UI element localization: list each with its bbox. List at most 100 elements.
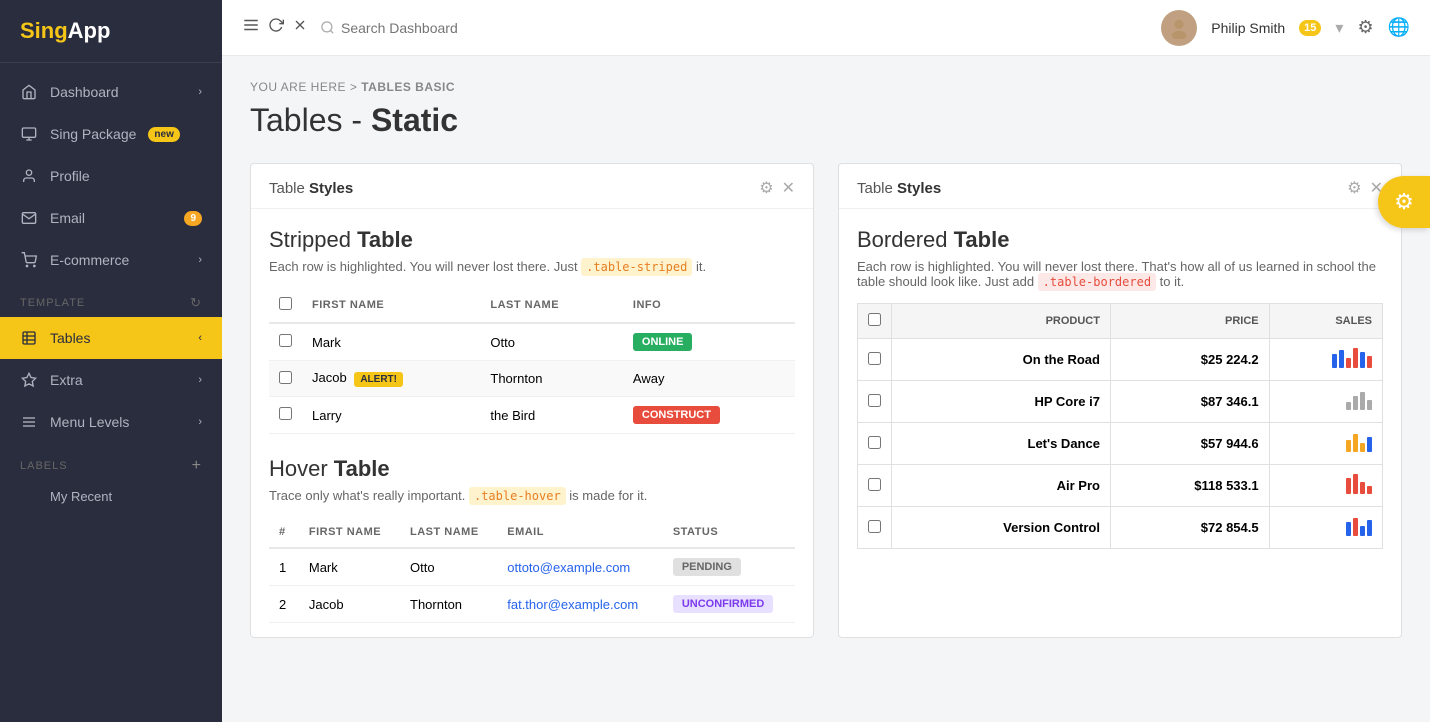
sidebar: SingApp Dashboard › Sing Package new xyxy=(0,0,222,722)
row-checkbox[interactable] xyxy=(279,334,292,347)
user-name: Philip Smith xyxy=(1211,20,1285,36)
hamburger-icon[interactable] xyxy=(242,16,260,39)
breadcrumb: YOU ARE HERE > Tables Basic xyxy=(250,80,1402,94)
sidebar-item-extra[interactable]: Extra › xyxy=(0,359,222,401)
globe-icon[interactable]: 🌐 xyxy=(1388,17,1410,38)
refresh-icon[interactable] xyxy=(268,17,284,38)
cell-price: $87 346.1 xyxy=(1110,381,1269,423)
status-badge: Unconfirmed xyxy=(673,595,774,613)
right-card: Table Styles ⚙ ✕ Bordered Table Each row… xyxy=(838,163,1402,638)
topbar-right: Philip Smith 15 ▾ ⚙ 🌐 xyxy=(1161,10,1410,46)
code-tag-bordered: .table-bordered xyxy=(1038,273,1156,291)
table-icon xyxy=(20,329,38,347)
card-gear-icon[interactable]: ⚙ xyxy=(759,178,773,198)
sidebar-item-my-recent[interactable]: My Recent xyxy=(0,481,222,512)
cell-sales xyxy=(1269,423,1382,465)
shop-icon xyxy=(20,251,38,269)
table-row: Version Control$72 854.5 xyxy=(858,507,1383,549)
col-lastname: LAST NAME xyxy=(480,288,623,323)
sidebar-label-tables: Tables xyxy=(50,330,90,346)
email-link[interactable]: ottoto@example.com xyxy=(507,560,630,575)
cell-firstname: Jacob ALERT! xyxy=(302,361,480,397)
left-card: Table Styles ⚙ ✕ Stripped Table Each row… xyxy=(250,163,814,638)
cell-price: $72 854.5 xyxy=(1110,507,1269,549)
select-all-checkbox[interactable] xyxy=(279,297,292,310)
cell-sales xyxy=(1269,381,1382,423)
mini-bar-chart xyxy=(1332,348,1372,368)
hover-table-desc: Trace only what's really important. .tab… xyxy=(269,488,795,503)
col-info: INFO xyxy=(623,288,795,323)
sidebar-item-ecommerce[interactable]: E-commerce › xyxy=(0,239,222,281)
table-row: On the Road$25 224.2 xyxy=(858,339,1383,381)
card-close-icon[interactable]: ✕ xyxy=(782,178,795,198)
row-checkbox[interactable] xyxy=(279,407,292,420)
card-actions: ⚙ ✕ xyxy=(1347,178,1383,198)
search-area xyxy=(320,20,1149,36)
mini-bar-chart xyxy=(1346,516,1372,536)
col-firstname: FIRST NAME xyxy=(302,288,480,323)
row-checkbox[interactable] xyxy=(868,478,881,491)
row-checkbox[interactable] xyxy=(868,520,881,533)
hover-table-section: Hover Table Trace only what's really imp… xyxy=(269,456,795,623)
sidebar-item-email[interactable]: Email 9 xyxy=(0,197,222,239)
cell-lastname: Thornton xyxy=(480,361,623,397)
page-title: Tables - Static xyxy=(250,102,1402,139)
close-icon[interactable] xyxy=(292,17,308,38)
chevron-icon: › xyxy=(198,416,202,428)
user-dropdown-icon[interactable]: ▾ xyxy=(1335,18,1343,38)
row-checkbox[interactable] xyxy=(868,352,881,365)
cell-product: Version Control xyxy=(892,507,1111,549)
row-checkbox[interactable] xyxy=(868,436,881,449)
table-row: 1 Mark Otto ottoto@example.com Pending xyxy=(269,548,795,586)
chevron-icon: › xyxy=(198,86,202,98)
avatar xyxy=(1161,10,1197,46)
left-card-body: Stripped Table Each row is highlighted. … xyxy=(251,209,813,637)
refresh-icon: ↻ xyxy=(190,295,202,311)
sidebar-item-tables[interactable]: Tables ‹ xyxy=(0,317,222,359)
menu-icon xyxy=(20,413,38,431)
search-icon xyxy=(320,20,335,35)
select-all-checkbox[interactable] xyxy=(868,313,881,326)
sidebar-item-sing-package[interactable]: Sing Package new xyxy=(0,113,222,155)
card-gear-icon[interactable]: ⚙ xyxy=(1347,178,1361,198)
box-icon xyxy=(20,125,38,143)
sidebar-label-menu-levels: Menu Levels xyxy=(50,414,129,430)
sidebar-label-ecommerce: E-commerce xyxy=(50,252,129,268)
sidebar-item-dashboard[interactable]: Dashboard › xyxy=(0,71,222,113)
row-checkbox[interactable] xyxy=(868,394,881,407)
table-row: Air Pro$118 533.1 xyxy=(858,465,1383,507)
gear-icon[interactable]: ⚙ xyxy=(1357,17,1373,38)
hover-table-title: Hover Table xyxy=(269,456,795,482)
labels-section: LABELS + xyxy=(0,443,222,481)
right-card-header: Table Styles ⚙ ✕ xyxy=(839,164,1401,209)
user-badge: 15 xyxy=(1299,20,1321,36)
sidebar-item-profile[interactable]: Profile xyxy=(0,155,222,197)
hover-table: # FIRST NAME LAST NAME EMAIL STATUS 1 xyxy=(269,517,795,623)
template-section-label: TEMPLATE ↻ xyxy=(0,281,222,317)
code-tag-striped: .table-striped xyxy=(581,258,692,276)
row-checkbox[interactable] xyxy=(279,371,292,384)
cell-product: On the Road xyxy=(892,339,1111,381)
sidebar-label-email: Email xyxy=(50,210,85,226)
status-badge: Construct xyxy=(633,406,720,424)
sidebar-label-sing-package: Sing Package xyxy=(50,126,136,142)
sidebar-item-menu-levels[interactable]: Menu Levels › xyxy=(0,401,222,443)
add-label-icon[interactable]: + xyxy=(192,457,202,475)
bordered-table-desc: Each row is highlighted. You will never … xyxy=(857,259,1383,289)
cell-product: Let's Dance xyxy=(892,423,1111,465)
cell-product: Air Pro xyxy=(892,465,1111,507)
cell-lastname: the Bird xyxy=(480,397,623,434)
table-row: Let's Dance$57 944.6 xyxy=(858,423,1383,465)
topbar-icons xyxy=(242,16,308,39)
chevron-icon: › xyxy=(198,254,202,266)
cell-info: Construct xyxy=(623,397,795,434)
code-tag-hover: .table-hover xyxy=(469,487,566,505)
table-row: Mark Otto Online xyxy=(269,323,795,361)
search-input[interactable] xyxy=(341,20,541,36)
cell-price: $25 224.2 xyxy=(1110,339,1269,381)
floating-gear-button[interactable]: ⚙ xyxy=(1378,176,1430,228)
email-link[interactable]: fat.thor@example.com xyxy=(507,597,638,612)
app-logo: SingApp xyxy=(0,0,222,63)
sidebar-label-my-recent: My Recent xyxy=(50,489,112,504)
cards-row: Table Styles ⚙ ✕ Stripped Table Each row… xyxy=(250,163,1402,638)
